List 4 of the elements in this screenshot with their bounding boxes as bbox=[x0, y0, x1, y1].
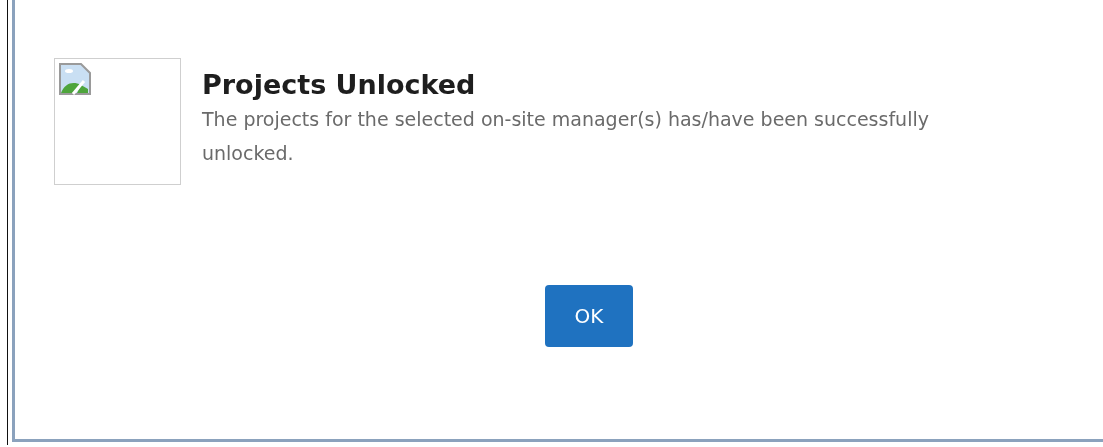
dialog-title: Projects Unlocked bbox=[202, 68, 477, 102]
broken-image-icon bbox=[59, 63, 91, 95]
ok-button[interactable]: OK bbox=[545, 285, 633, 347]
dialog-message: The projects for the selected on-site manager(s) has/have been successfully unlocked. bbox=[202, 107, 930, 166]
